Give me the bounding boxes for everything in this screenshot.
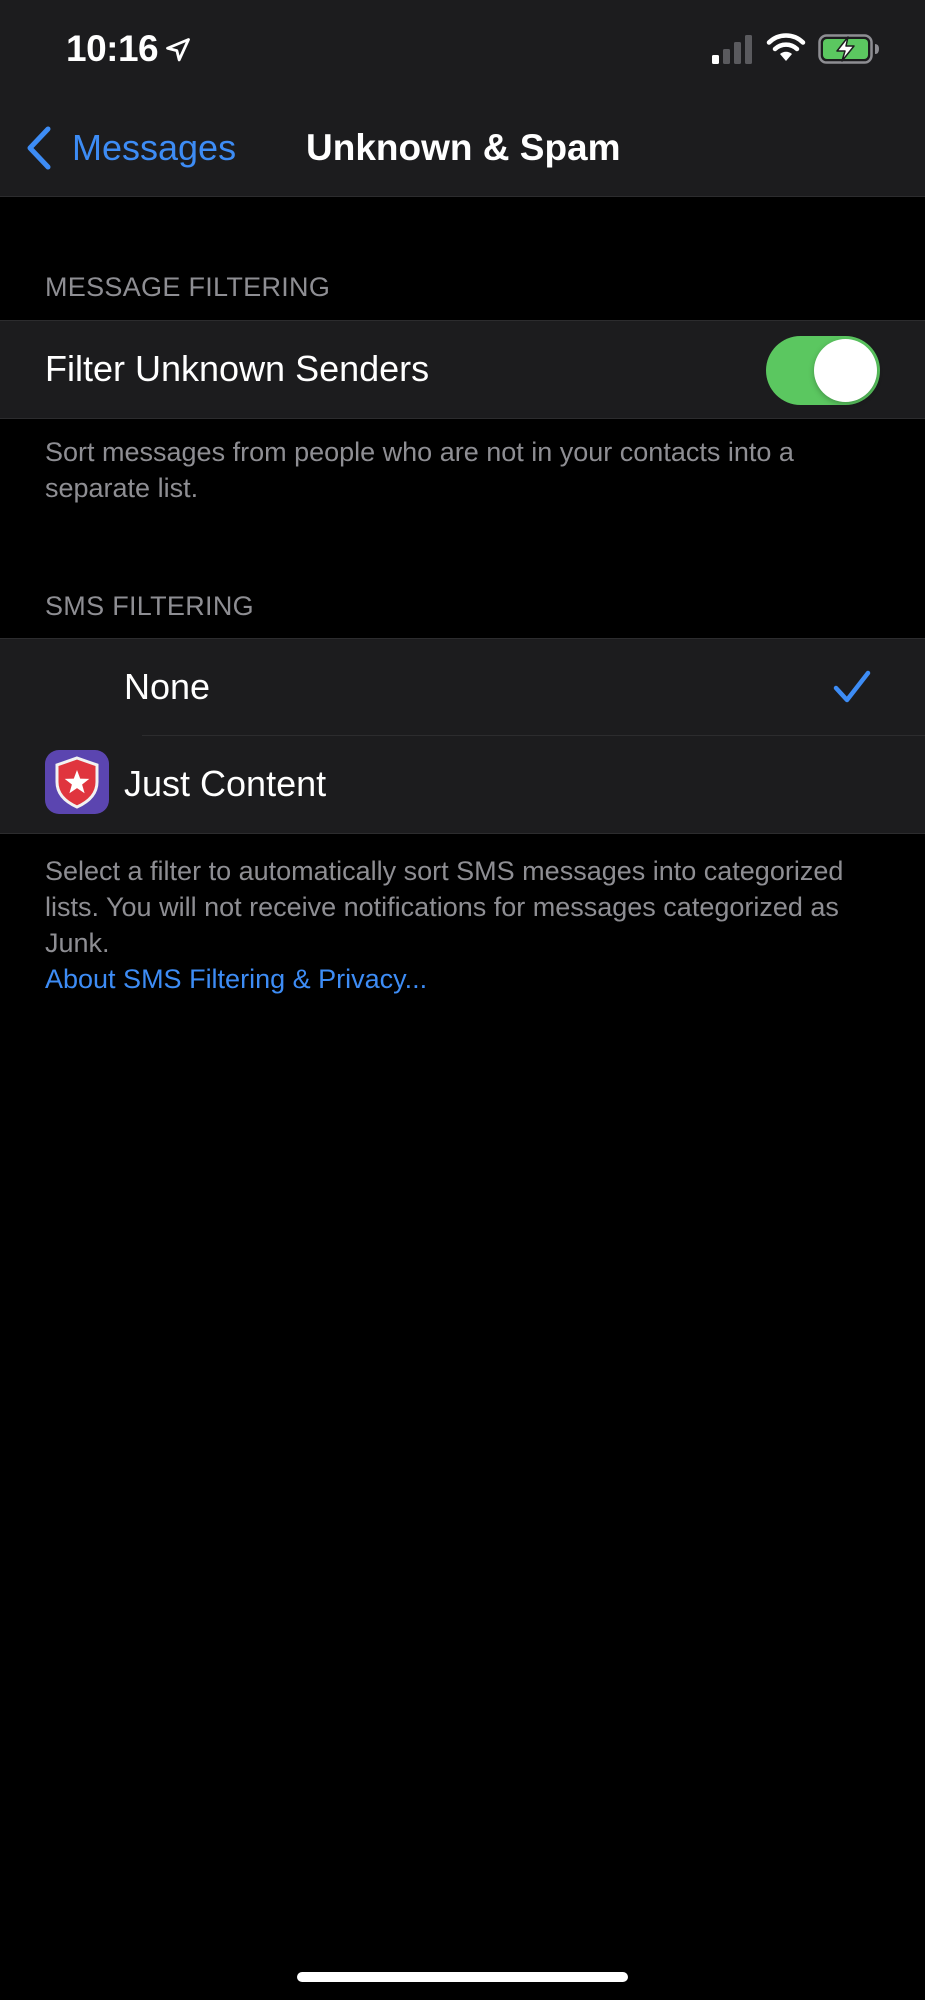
navigation-bar: Messages Unknown & Spam — [0, 100, 925, 197]
filter-unknown-senders-row: Filter Unknown Senders — [0, 321, 925, 418]
filter-unknown-senders-toggle[interactable] — [766, 336, 880, 405]
sms-filter-option-label: None — [124, 666, 211, 707]
status-bar: 10:16 — [0, 0, 925, 100]
sms-filtering-group: None Just Content — [0, 638, 925, 834]
sms-filtering-footer: Select a filter to automatically sort SM… — [45, 853, 880, 997]
message-filtering-footer: Sort messages from people who are not in… — [45, 437, 794, 503]
page-title: Unknown & Spam — [306, 127, 621, 168]
sms-filter-option-none[interactable]: None — [0, 639, 925, 736]
about-sms-filtering-link[interactable]: About SMS Filtering & Privacy... — [45, 964, 427, 994]
just-content-app-icon — [45, 750, 109, 814]
message-filtering-group: Filter Unknown Senders — [0, 320, 925, 419]
sms-filtering-header: SMS FILTERING — [45, 591, 254, 621]
toggle-knob — [814, 339, 877, 402]
back-button[interactable]: Messages — [24, 120, 236, 176]
status-time: 10:16 — [66, 28, 159, 69]
checkmark-icon — [833, 670, 871, 703]
shield-star-icon — [55, 756, 99, 809]
sms-filtering-footer-text: Select a filter to automatically sort SM… — [45, 856, 844, 958]
chevron-left-icon — [27, 126, 51, 170]
sms-filter-option-just-content[interactable]: Just Content — [0, 736, 925, 833]
filter-unknown-senders-label: Filter Unknown Senders — [45, 348, 430, 389]
sms-filter-option-label: Just Content — [124, 763, 327, 804]
back-button-label: Messages — [72, 127, 237, 168]
battery-charging-icon — [818, 34, 879, 64]
location-arrow-icon — [166, 38, 190, 62]
wifi-icon — [766, 33, 806, 61]
home-indicator — [297, 1972, 628, 1982]
message-filtering-header: MESSAGE FILTERING — [45, 272, 331, 302]
cellular-signal-icon — [712, 35, 752, 64]
